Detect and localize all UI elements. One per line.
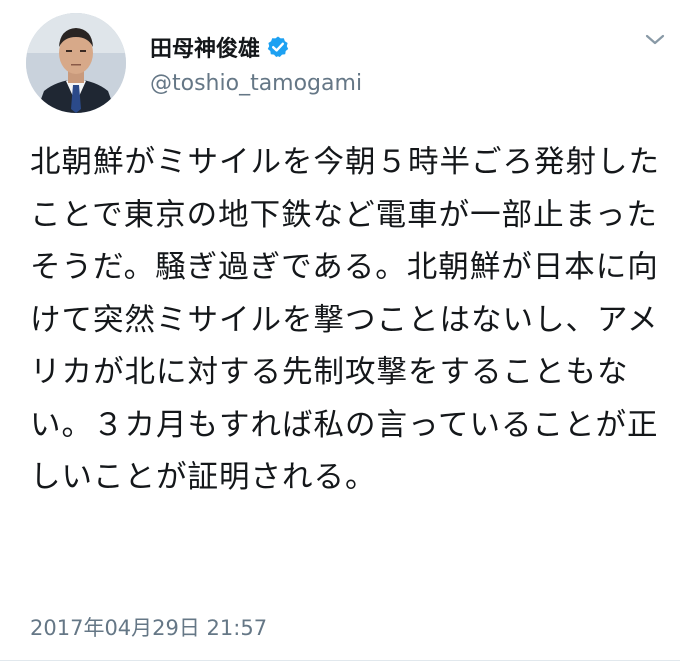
divider	[0, 660, 680, 661]
author-handle[interactable]: @toshio_tamogami	[150, 71, 362, 96]
tweet-timestamp[interactable]: 2017年04月29日 21:57	[30, 612, 267, 642]
chevron-down-icon[interactable]	[642, 30, 668, 50]
avatar[interactable]	[26, 13, 126, 113]
verified-badge-icon	[266, 35, 290, 59]
tweet-card: 田母神俊雄 @toshio_tamogami 北朝鮮がミサイルを今朝５時半ごろ発…	[0, 0, 680, 667]
tweet-text: 北朝鮮がミサイルを今朝５時半ごろ発射したことで東京の地下鉄など電車が一部止まった…	[30, 145, 660, 495]
author-name-row[interactable]: 田母神俊雄	[150, 30, 290, 64]
display-name[interactable]: 田母神俊雄	[150, 31, 260, 63]
avatar-image	[26, 13, 126, 113]
